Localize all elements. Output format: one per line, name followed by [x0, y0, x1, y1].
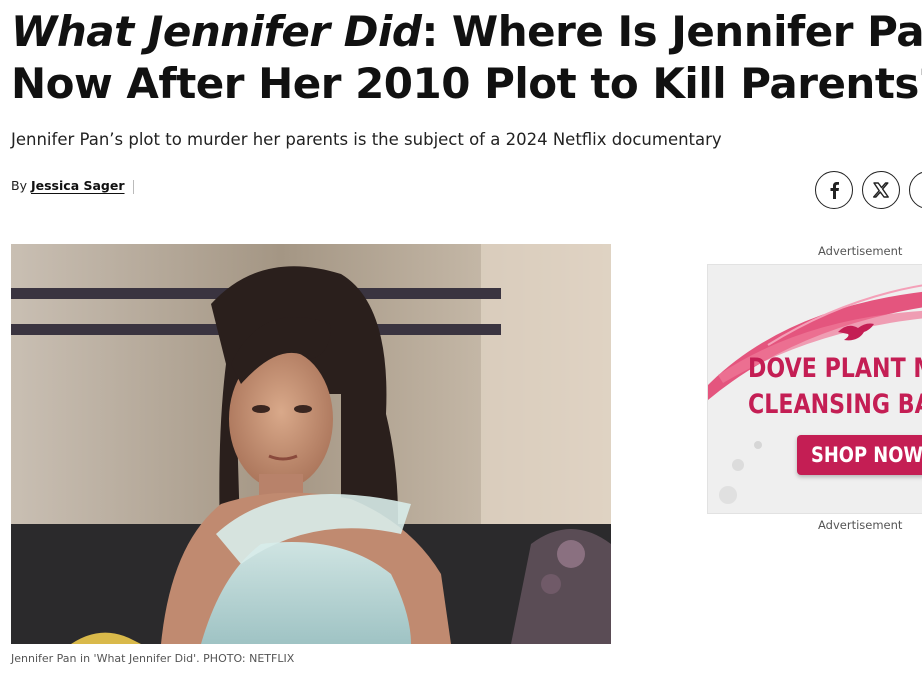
image-caption: Jennifer Pan in 'What Jennifer Did'. PHO… [11, 652, 295, 665]
facebook-icon [830, 182, 839, 199]
author-link[interactable]: Jessica Sager [31, 178, 125, 193]
share-more-button[interactable] [909, 171, 922, 209]
byline-divider [132, 179, 134, 194]
dove-logo-icon [838, 323, 874, 341]
share-x-button[interactable] [862, 171, 900, 209]
ad-headline: DOVE PLANT M CLEANSING BA [748, 351, 922, 423]
headline-part: : Where Is Jennifer Pan [421, 7, 922, 56]
article-headline: What Jennifer Did: Where Is Jennifer Pan… [11, 6, 922, 110]
advertisement-banner[interactable]: DOVE PLANT M CLEANSING BA SHOP NOW [707, 264, 922, 514]
x-icon [873, 182, 889, 198]
byline: By Jessica Sager [11, 178, 134, 194]
hero-image [11, 244, 611, 644]
headline-show-title: What Jennifer Did [11, 7, 422, 56]
headline-line-2: Now After Her 2010 Plot to Kill Parents? [11, 59, 922, 108]
share-facebook-button[interactable] [815, 171, 853, 209]
ad-cta-label: SHOP NOW [811, 443, 922, 467]
article-dek: Jennifer Pan’s plot to murder her parent… [11, 130, 722, 149]
ad-shop-now-button[interactable]: SHOP NOW [797, 435, 922, 475]
ad-headline-line-1: DOVE PLANT M [748, 353, 922, 384]
hero-photo-illustration [11, 244, 611, 644]
ad-label-top: Advertisement [818, 244, 903, 258]
ad-label-bottom: Advertisement [818, 518, 903, 532]
byline-prefix: By [11, 178, 27, 193]
headline-line-1: What Jennifer Did: Where Is Jennifer Pan [11, 6, 922, 58]
ad-headline-line-2: CLEANSING BA [748, 389, 922, 420]
